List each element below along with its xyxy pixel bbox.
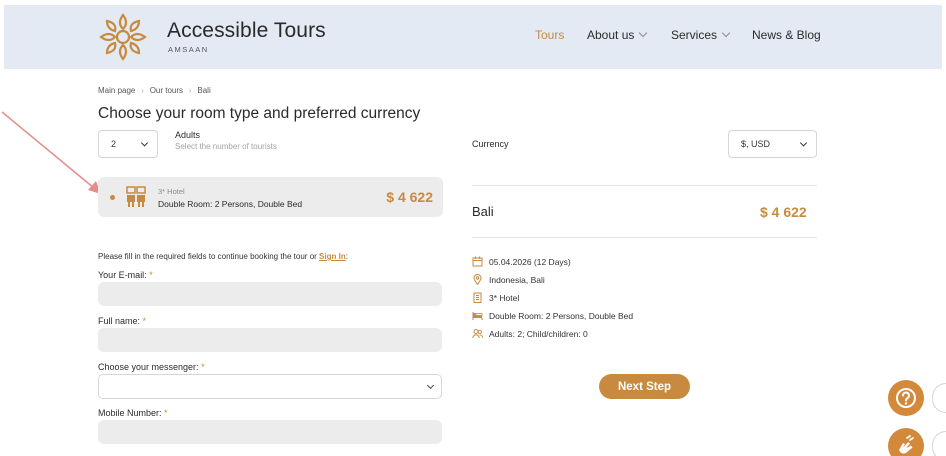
detail-dates-text: 05.04.2026 (12 Days): [489, 256, 571, 267]
full-name-input[interactable]: [98, 328, 442, 352]
room-radio-selected[interactable]: [110, 195, 115, 200]
calendar-icon: [472, 256, 483, 267]
required-mark: *: [164, 408, 168, 418]
breadcrumb: Main page › Our tours › Bali: [98, 86, 211, 95]
mobile-number-label: Mobile Number: *: [98, 408, 168, 418]
sign-in-link[interactable]: Sign In: [319, 252, 346, 261]
site-header: Accessible Tours AMSAAN Tours About us S…: [4, 5, 942, 69]
nav-about-us[interactable]: About us: [587, 28, 648, 42]
detail-guests-text: Adults: 2; Child/children: 0: [489, 328, 588, 339]
brand-subtitle: AMSAAN: [168, 45, 209, 54]
messenger-label: Choose your messenger: *: [98, 362, 205, 372]
breadcrumb-separator-icon: ›: [189, 88, 192, 95]
form-intro: Please fill in the required fields to co…: [98, 252, 348, 261]
adults-select-value: 2: [111, 139, 117, 149]
email-label: Your E-mail: *: [98, 270, 153, 280]
chevron-down-icon: [799, 139, 808, 147]
room-price: $ 4 622: [386, 189, 433, 205]
adults-hint: Select the number of tourists: [175, 142, 277, 151]
help-icon: [896, 388, 916, 408]
breadcrumb-separator-icon: ›: [141, 88, 144, 95]
tour-price: $ 4 622: [760, 204, 807, 220]
detail-location-text: Indonesia, Bali: [489, 274, 545, 285]
currency-select[interactable]: $, USD: [728, 130, 817, 158]
messenger-select[interactable]: [98, 374, 442, 399]
tour-name: Bali: [472, 204, 494, 219]
room-category: 3* Hotel: [158, 187, 185, 196]
chevron-down-icon: [721, 28, 731, 38]
adults-label: Adults: [175, 130, 201, 140]
mobile-number-input[interactable]: [98, 420, 442, 444]
chevron-down-icon: [639, 28, 648, 38]
detail-room: Double Room: 2 Persons, Double Bed: [472, 310, 633, 321]
sign-language-icon: [899, 435, 914, 454]
logo-icon[interactable]: [97, 11, 149, 63]
detail-room-text: Double Room: 2 Persons, Double Bed: [489, 310, 634, 321]
detail-hotel: 3* Hotel: [472, 292, 519, 303]
brand-title: Accessible Tours: [167, 19, 326, 42]
summary-divider: [472, 237, 817, 238]
detail-location: Indonesia, Bali: [472, 274, 545, 285]
nav-tours[interactable]: Tours: [535, 28, 564, 42]
full-name-label-text: Full name:: [98, 316, 141, 326]
chevron-down-icon: [426, 381, 435, 390]
nav-about-us-label: About us: [587, 28, 635, 42]
side-tab[interactable]: [932, 383, 946, 413]
bed-icon: [472, 312, 483, 320]
full-name-label: Full name: *: [98, 316, 146, 326]
breadcrumb-current: Bali: [197, 86, 211, 95]
detail-guests: Adults: 2; Child/children: 0: [472, 328, 588, 339]
form-intro-text: Please fill in the required fields to co…: [98, 252, 317, 261]
help-button[interactable]: [888, 380, 924, 416]
email-label-text: Your E-mail:: [98, 270, 147, 280]
adults-select[interactable]: 2: [98, 130, 158, 158]
page-title: Choose your room type and preferred curr…: [98, 105, 421, 122]
annotation-arrow-icon: [1, 111, 101, 194]
currency-select-value: $, USD: [741, 139, 771, 149]
email-input[interactable]: [98, 282, 442, 306]
people-icon: [472, 329, 483, 339]
summary-divider: [472, 185, 817, 186]
next-step-button[interactable]: Next Step: [599, 374, 690, 399]
currency-label: Currency: [472, 139, 509, 149]
messenger-label-text: Choose your messenger:: [98, 362, 199, 372]
nav-news-blog[interactable]: News & Blog: [752, 28, 821, 42]
nav-services[interactable]: Services: [671, 28, 731, 42]
breadcrumb-our-tours[interactable]: Our tours: [150, 86, 183, 95]
sign-language-button[interactable]: [888, 428, 924, 456]
required-mark: *: [142, 316, 147, 326]
chevron-down-icon: [140, 139, 149, 147]
required-mark: *: [149, 270, 153, 280]
hotel-building-icon: [126, 186, 146, 207]
side-tab[interactable]: [932, 431, 946, 456]
mobile-number-label-text: Mobile Number:: [98, 408, 162, 418]
hotel-icon: [473, 292, 482, 303]
required-mark: *: [201, 362, 205, 372]
location-pin-icon: [473, 274, 482, 285]
room-option-card[interactable]: 3* Hotel Double Room: 2 Persons, Double …: [98, 177, 443, 217]
room-type: Double Room: 2 Persons, Double Bed: [158, 199, 303, 209]
breadcrumb-main-page[interactable]: Main page: [98, 86, 135, 95]
form-intro-end: :: [345, 252, 348, 261]
detail-dates: 05.04.2026 (12 Days): [472, 256, 571, 267]
detail-hotel-text: 3* Hotel: [489, 292, 520, 303]
nav-services-label: Services: [671, 28, 718, 42]
